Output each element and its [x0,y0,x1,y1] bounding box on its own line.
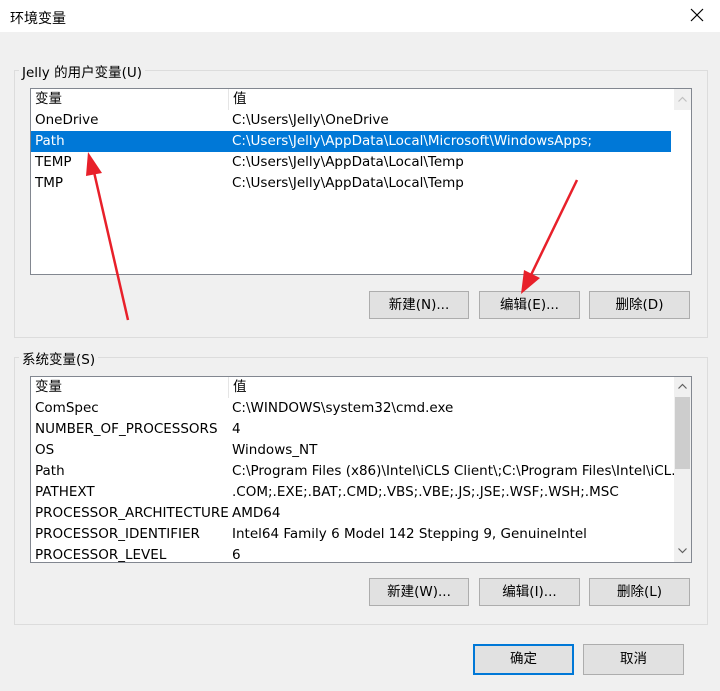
variable-value: C:\Users\Jelly\OneDrive [232,112,389,128]
scroll-up-button[interactable] [674,91,691,108]
system-list-scrollbar[interactable] [674,377,691,562]
system-edit-button[interactable]: 编辑(I)... [479,578,580,606]
system-variables-label: 系统变量(S) [19,348,99,368]
table-row[interactable]: TMP C:\Users\Jelly\AppData\Local\Temp [31,173,674,194]
scroll-thumb[interactable] [675,397,690,469]
column-header-variable[interactable]: 变量 [31,89,228,110]
user-delete-button[interactable]: 删除(D) [589,291,690,319]
system-new-button[interactable]: 新建(W)... [369,578,469,606]
table-row[interactable]: Path C:\Users\Jelly\AppData\Local\Microso… [31,131,671,152]
variable-value: C:\Users\Jelly\AppData\Local\Microsoft\W… [232,133,593,149]
table-row[interactable]: PATHEXT .COM;.EXE;.BAT;.CMD;.VBS;.VBE;.JS… [31,482,674,503]
chevron-down-icon [678,548,687,554]
variable-value: C:\Users\Jelly\AppData\Local\Temp [232,175,464,191]
variable-value: Intel64 Family 6 Model 142 Stepping 9, G… [232,526,587,542]
variable-name: PROCESSOR_LEVEL [35,547,167,563]
table-row[interactable]: TEMP C:\Users\Jelly\AppData\Local\Temp [31,152,674,173]
variable-name: NUMBER_OF_PROCESSORS [35,421,218,437]
variable-value: C:\Program Files (x86)\Intel\iCLS Client… [232,463,685,479]
variable-name: PATHEXT [35,484,95,500]
variable-name: TEMP [35,154,72,170]
scroll-up-button[interactable] [674,378,691,395]
variable-name: OS [35,442,55,458]
window-title: 环境变量 [10,11,66,27]
system-delete-button[interactable]: 删除(L) [589,578,690,606]
column-header-variable[interactable]: 变量 [31,377,228,398]
table-row[interactable]: NUMBER_OF_PROCESSORS 4 [31,419,674,440]
user-list-scrollbar[interactable] [674,89,691,110]
variable-name: OneDrive [35,112,99,128]
system-variables-list[interactable]: 变量 值 ComSpec C:\WINDOWS\system32\cmd.exe N… [30,376,692,563]
variable-value: .COM;.EXE;.BAT;.CMD;.VBS;.VBE;.JS;.JSE;.… [232,484,619,500]
close-button[interactable] [674,0,720,32]
variable-name: PROCESSOR_IDENTIFIER [35,526,200,542]
variable-name: Path [35,133,65,149]
variable-value: C:\Users\Jelly\AppData\Local\Temp [232,154,464,170]
variable-value: C:\WINDOWS\system32\cmd.exe [232,400,454,416]
table-row[interactable]: PROCESSOR_IDENTIFIER Intel64 Family 6 Mod… [31,524,674,545]
variable-value: 4 [232,421,241,437]
column-header-value[interactable]: 值 [229,377,674,398]
variable-name: ComSpec [35,400,99,416]
variable-name: Path [35,463,65,479]
variable-value: Windows_NT [232,442,318,458]
cancel-button[interactable]: 取消 [583,644,684,675]
user-edit-button[interactable]: 编辑(E)... [479,291,580,319]
user-variables-list[interactable]: 变量 值 OneDrive C:\Users\Jelly\OneDrive Path… [30,88,692,275]
user-variables-label: Jelly 的用户变量(U) [19,61,145,81]
table-row[interactable]: OS Windows_NT [31,440,674,461]
table-row[interactable]: OneDrive C:\Users\Jelly\OneDrive [31,110,674,131]
variable-value: AMD64 [232,505,281,521]
table-row[interactable]: Path C:\Program Files (x86)\Intel\iCLS Cl… [31,461,684,482]
table-row[interactable]: PROCESSOR_LEVEL 6 [31,545,674,563]
user-new-button[interactable]: 新建(N)... [369,291,469,319]
close-icon [690,8,704,22]
chevron-up-icon [678,96,687,102]
variable-value: 6 [232,547,241,563]
chevron-up-icon [678,383,687,389]
ok-button[interactable]: 确定 [473,644,574,675]
scroll-down-button[interactable] [674,543,691,560]
table-row[interactable]: ComSpec C:\WINDOWS\system32\cmd.exe [31,398,674,419]
variable-name: PROCESSOR_ARCHITECTURE [35,505,229,521]
title-bar: 环境变量 [0,0,720,32]
table-row[interactable]: PROCESSOR_ARCHITECTURE AMD64 [31,503,674,524]
column-header-value[interactable]: 值 [229,89,674,110]
variable-name: TMP [35,175,64,191]
system-list-header: 变量 值 [31,377,691,398]
user-list-header: 变量 值 [31,89,691,110]
